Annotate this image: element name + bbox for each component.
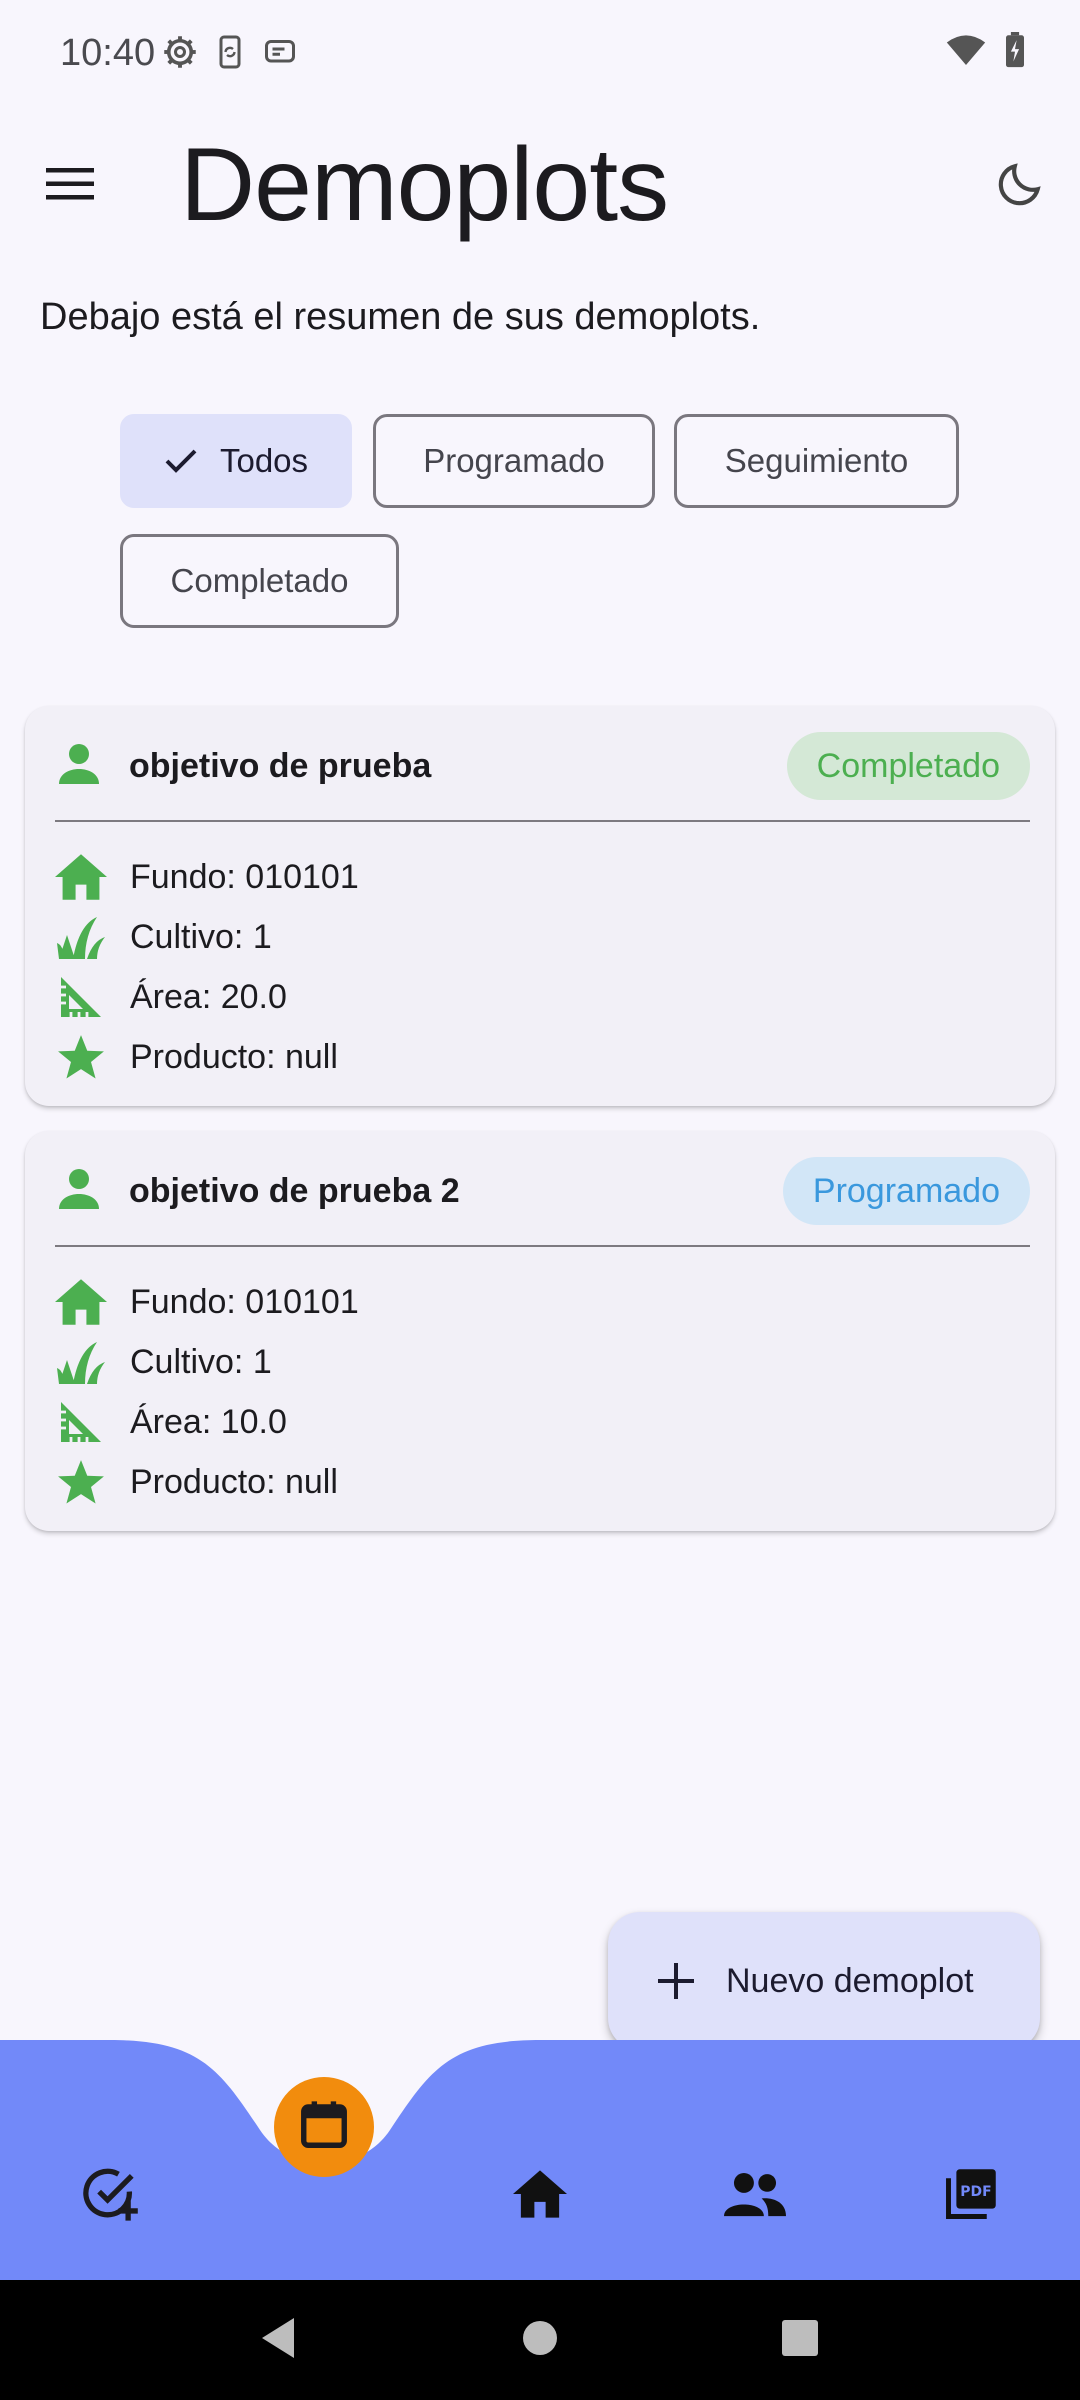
home-icon (55, 1276, 107, 1328)
star-icon (55, 1456, 107, 1508)
page-title: Demoplots (180, 127, 669, 243)
person-icon (55, 1165, 103, 1218)
page-subtitle: Debajo está el resumen de sus demoplots. (40, 296, 761, 338)
home-button[interactable] (510, 2310, 570, 2370)
moon-icon (995, 159, 1045, 214)
add-task-icon (81, 2165, 139, 2228)
check-icon (164, 448, 198, 474)
filter-chip-todos[interactable]: Todos (120, 414, 352, 508)
status-icons-left (162, 34, 298, 75)
gear-icon (162, 34, 198, 75)
card-row-producto: Producto: null (55, 1030, 338, 1084)
status-badge: Completado (786, 732, 1030, 800)
filter-chip-completado[interactable]: Completado (120, 534, 399, 628)
card-row-cultivo: Cultivo: 1 (55, 910, 272, 964)
nav-home[interactable] (495, 2151, 585, 2241)
home-circle-icon (522, 2320, 558, 2361)
filter-chip-seguimiento[interactable]: Seguimiento (674, 414, 959, 508)
set-square-icon (55, 971, 107, 1023)
nav-people[interactable] (710, 2151, 800, 2241)
card-row-fundo: Fundo: 010101 (55, 850, 359, 904)
status-bar: 10:40 (0, 0, 1080, 110)
card-row-area: Área: 10.0 (55, 1395, 287, 1449)
card-row-text: Área: 20.0 (130, 977, 287, 1016)
filter-chip-programado[interactable]: Programado (373, 414, 655, 508)
svg-text:PDF: PDF (960, 2183, 991, 2199)
card-row-text: Cultivo: 1 (130, 1342, 272, 1381)
hamburger-menu-icon (46, 166, 94, 207)
card-header: objetivo de prueba 2 Programado (55, 1155, 1030, 1227)
battery-charging-icon (1004, 32, 1026, 73)
theme-toggle-button[interactable] (980, 146, 1060, 226)
card-row-text: Fundo: 010101 (130, 1282, 359, 1321)
status-time: 10:40 (60, 32, 156, 74)
card-row-text: Fundo: 010101 (130, 857, 359, 896)
nav-add-task[interactable] (65, 2151, 155, 2241)
set-square-icon (55, 1396, 107, 1448)
back-button[interactable] (248, 2310, 308, 2370)
system-navigation-bar (0, 2280, 1080, 2400)
fab-label: Nuevo demoplot (726, 1961, 974, 2000)
card-row-cultivo: Cultivo: 1 (55, 1335, 272, 1389)
wifi-icon (946, 32, 986, 73)
nav-pdf[interactable]: PDF (926, 2151, 1016, 2241)
card-row-fundo: Fundo: 010101 (55, 1275, 359, 1329)
card-row-area: Área: 20.0 (55, 970, 287, 1024)
app-bar: Demoplots (0, 110, 1080, 260)
nav-calendar[interactable] (274, 2077, 374, 2177)
people-icon (724, 2171, 786, 2222)
menu-button[interactable] (30, 146, 110, 226)
phone-sync-icon (212, 34, 248, 75)
filter-chip-label: Seguimiento (724, 442, 909, 479)
plus-icon (656, 1961, 696, 2001)
status-icons-right (946, 32, 1026, 73)
filter-chip-label: Todos (219, 442, 309, 479)
recents-button[interactable] (770, 2310, 830, 2370)
calendar-icon (297, 2098, 351, 2157)
new-demoplot-button[interactable]: Nuevo demoplot (608, 1912, 1040, 2050)
demoplot-card[interactable]: objetivo de prueba Completado Fundo: 010… (25, 706, 1055, 1106)
card-header: objetivo de prueba Completado (55, 730, 1030, 802)
status-badge: Programado (782, 1157, 1030, 1225)
back-icon (258, 2316, 298, 2365)
filter-chip-label: Programado (423, 442, 605, 479)
recents-icon (781, 2319, 819, 2362)
home-icon (55, 851, 107, 903)
card-title: objetivo de prueba (129, 746, 432, 785)
card-row-text: Área: 10.0 (130, 1402, 287, 1441)
card-title: objetivo de prueba 2 (129, 1171, 460, 1210)
demoplot-card[interactable]: objetivo de prueba 2 Programado Fundo: 0… (25, 1131, 1055, 1531)
grass-icon (55, 911, 107, 963)
card-row-text: Producto: null (130, 1037, 338, 1076)
screen: 10:40 Demoplots Debajo está el resumen d… (0, 0, 1080, 2400)
card-divider (55, 1245, 1030, 1247)
card-divider (55, 820, 1030, 822)
home-icon (513, 2169, 567, 2223)
filter-chip-label: Completado (170, 562, 349, 599)
card-row-text: Cultivo: 1 (130, 917, 272, 956)
message-icon (262, 34, 298, 75)
grass-icon (55, 1336, 107, 1388)
bottom-navigation: PDF (0, 2040, 1080, 2280)
person-icon (55, 740, 103, 793)
star-icon (55, 1031, 107, 1083)
pdf-icon: PDF (944, 2167, 998, 2226)
card-row-producto: Producto: null (55, 1455, 338, 1509)
card-row-text: Producto: null (130, 1462, 338, 1501)
